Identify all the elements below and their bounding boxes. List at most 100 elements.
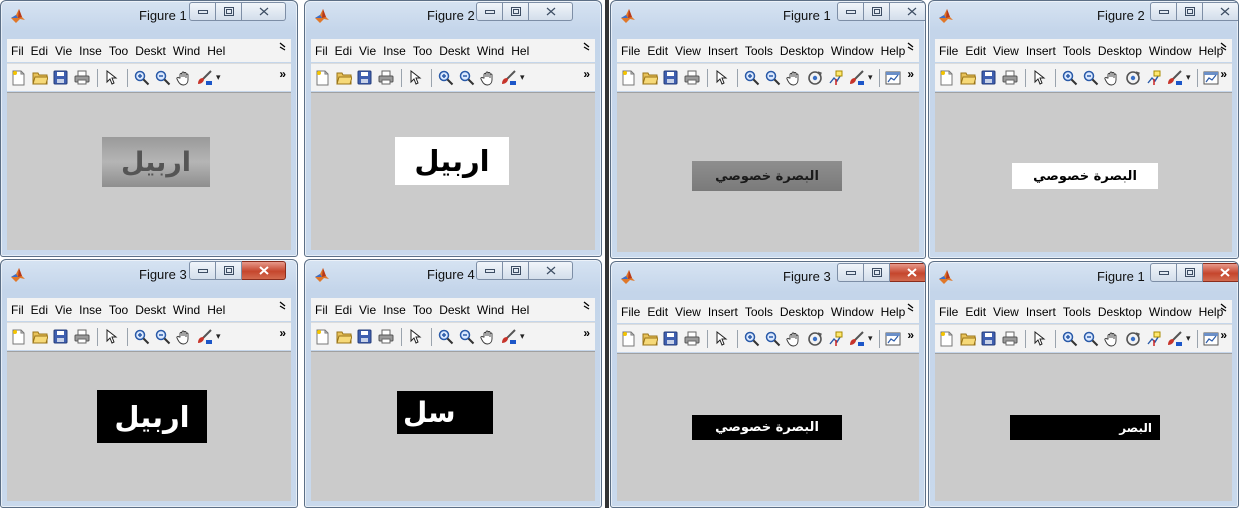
menu-item[interactable]: Edit <box>647 44 668 58</box>
menu-overflow-icon[interactable] <box>1220 42 1228 54</box>
title-bar[interactable]: Figure 1 <box>1 1 297 31</box>
minimize-icon[interactable] <box>837 2 864 21</box>
menu-item[interactable]: Window <box>831 44 874 58</box>
menu-item[interactable]: Fil <box>11 303 24 317</box>
open-file-icon[interactable] <box>958 68 977 87</box>
menu-item[interactable]: Inse <box>383 44 406 58</box>
figure-window[interactable]: Figure 1 File Edit View Insert Tools Desktop Wi… <box>928 261 1239 508</box>
close-icon[interactable] <box>529 261 573 280</box>
figure-canvas[interactable]: البصرة خصوصي <box>935 92 1232 252</box>
brush-icon[interactable] <box>847 329 866 348</box>
toolbar-overflow-icon[interactable]: » <box>1220 67 1227 81</box>
menu-overflow-icon[interactable] <box>583 42 591 54</box>
menu-item[interactable]: Desktop <box>780 305 824 319</box>
menu-item[interactable]: Wind <box>477 303 504 317</box>
maximize-icon[interactable] <box>503 2 529 21</box>
matlab-logo-icon[interactable] <box>10 267 26 283</box>
menu-item[interactable]: Vie <box>55 303 72 317</box>
print-icon[interactable] <box>72 327 91 346</box>
pan-hand-icon[interactable] <box>1102 329 1121 348</box>
brush-icon[interactable] <box>1165 68 1184 87</box>
menu-item[interactable]: Edit <box>647 305 668 319</box>
save-icon[interactable] <box>355 68 374 87</box>
rotate-3d-icon[interactable] <box>805 329 824 348</box>
print-icon[interactable] <box>1000 68 1019 87</box>
save-icon[interactable] <box>979 329 998 348</box>
menu-overflow-icon[interactable] <box>907 303 915 315</box>
toolbar-overflow-icon[interactable]: » <box>583 67 590 81</box>
zoom-in-icon[interactable] <box>132 327 151 346</box>
menu-item[interactable]: Edi <box>31 44 48 58</box>
menu-item[interactable]: View <box>675 305 701 319</box>
menu-item[interactable]: Deskt <box>135 303 166 317</box>
title-bar[interactable]: Figure 4 <box>305 260 601 290</box>
data-cursor-icon[interactable] <box>1144 68 1163 87</box>
zoom-out-icon[interactable] <box>153 68 172 87</box>
menu-item[interactable]: Tools <box>1063 305 1091 319</box>
minimize-icon[interactable] <box>1150 2 1177 21</box>
open-file-icon[interactable] <box>30 68 49 87</box>
minimize-icon[interactable] <box>1150 263 1177 282</box>
minimize-icon[interactable] <box>189 2 216 21</box>
data-cursor-icon[interactable] <box>826 329 845 348</box>
plot-tools-icon[interactable] <box>1202 329 1221 348</box>
new-figure-icon[interactable] <box>313 68 332 87</box>
menu-item[interactable]: File <box>939 44 958 58</box>
pointer-icon[interactable] <box>1030 68 1049 87</box>
figure-canvas[interactable]: اربيل <box>7 351 291 501</box>
zoom-in-icon[interactable] <box>742 68 761 87</box>
menu-item[interactable]: Vie <box>55 44 72 58</box>
matlab-logo-icon[interactable] <box>314 267 330 283</box>
menu-item[interactable]: Wind <box>477 44 504 58</box>
new-figure-icon[interactable] <box>937 68 956 87</box>
brush-icon[interactable] <box>195 327 214 346</box>
close-icon[interactable] <box>242 2 286 21</box>
menu-item[interactable]: Fil <box>11 44 24 58</box>
menu-item[interactable]: Deskt <box>439 44 470 58</box>
maximize-icon[interactable] <box>1177 263 1203 282</box>
title-bar[interactable]: Figure 2 <box>929 1 1238 31</box>
menu-overflow-icon[interactable] <box>279 301 287 313</box>
open-file-icon[interactable] <box>334 68 353 87</box>
menu-item[interactable]: Inse <box>79 303 102 317</box>
menu-item[interactable]: Tools <box>745 44 773 58</box>
menu-item[interactable]: File <box>621 305 640 319</box>
minimize-icon[interactable] <box>476 2 503 21</box>
menu-item[interactable]: View <box>993 44 1019 58</box>
menu-item[interactable]: Edit <box>965 44 986 58</box>
menu-item[interactable]: Too <box>109 44 128 58</box>
menu-item[interactable]: Hel <box>511 44 529 58</box>
figure-canvas[interactable]: البصرة خصوصي <box>617 92 919 252</box>
menu-item[interactable]: File <box>939 305 958 319</box>
brush-dropdown-icon[interactable]: ▾ <box>868 72 873 83</box>
menu-item[interactable]: Help <box>881 305 906 319</box>
toolbar-overflow-icon[interactable]: » <box>907 328 914 342</box>
pointer-icon[interactable] <box>406 68 425 87</box>
menu-item[interactable]: Insert <box>708 305 738 319</box>
pan-hand-icon[interactable] <box>478 68 497 87</box>
print-icon[interactable] <box>72 68 91 87</box>
open-file-icon[interactable] <box>958 329 977 348</box>
figure-canvas[interactable]: سل <box>311 351 595 501</box>
figure-canvas[interactable]: اربيل <box>311 92 595 250</box>
figure-canvas[interactable]: البصر <box>935 353 1232 501</box>
matlab-logo-icon[interactable] <box>10 8 26 24</box>
menu-item[interactable]: Inse <box>383 303 406 317</box>
toolbar-overflow-icon[interactable]: » <box>583 326 590 340</box>
zoom-out-icon[interactable] <box>763 329 782 348</box>
zoom-in-icon[interactable] <box>436 327 455 346</box>
open-file-icon[interactable] <box>640 68 659 87</box>
brush-dropdown-icon[interactable]: ▾ <box>520 331 525 342</box>
minimize-icon[interactable] <box>189 261 216 280</box>
brush-dropdown-icon[interactable]: ▾ <box>1186 333 1191 344</box>
pointer-icon[interactable] <box>712 329 731 348</box>
zoom-in-icon[interactable] <box>1060 68 1079 87</box>
menu-overflow-icon[interactable] <box>907 42 915 54</box>
brush-dropdown-icon[interactable]: ▾ <box>216 331 221 342</box>
data-cursor-icon[interactable] <box>1144 329 1163 348</box>
menu-item[interactable]: Edi <box>335 303 352 317</box>
figure-window[interactable]: Figure 4 Fil Edi Vie Inse Too Deskt Wind Hel ▾» سل <box>304 259 602 508</box>
maximize-icon[interactable] <box>864 2 890 21</box>
save-icon[interactable] <box>661 329 680 348</box>
open-file-icon[interactable] <box>640 329 659 348</box>
